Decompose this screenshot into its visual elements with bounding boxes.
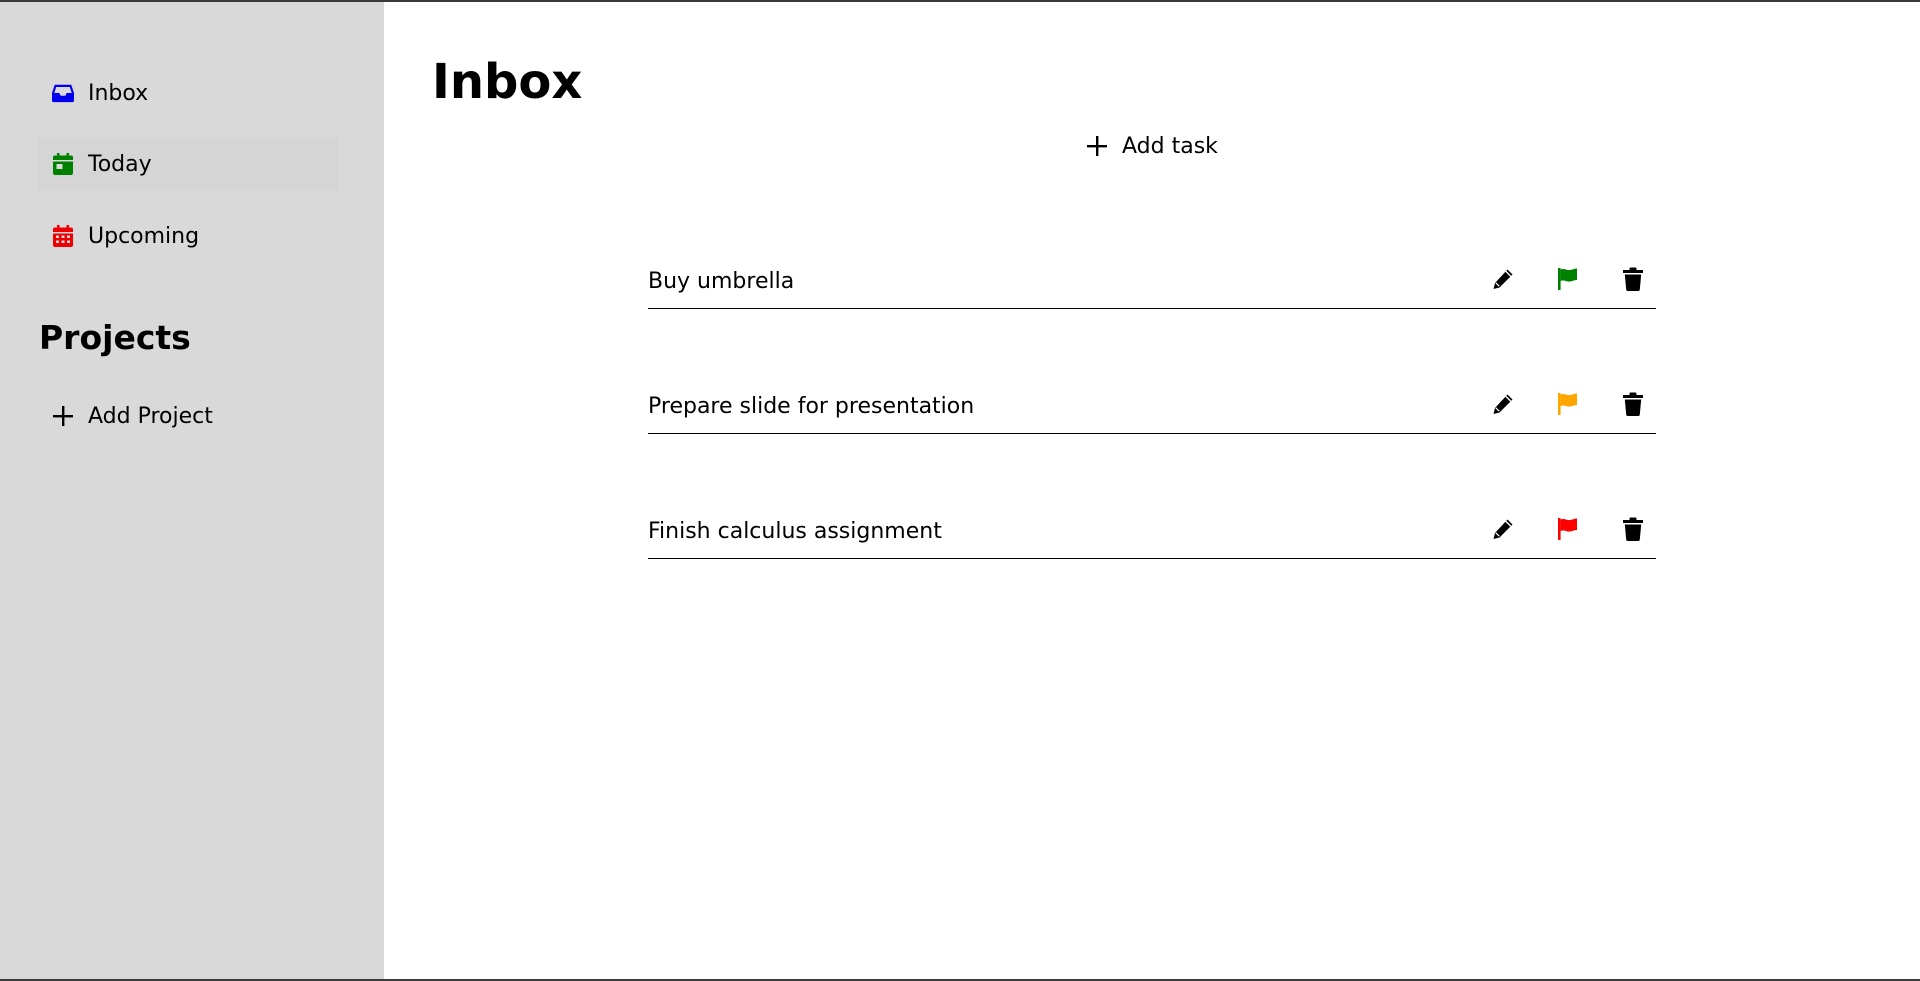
projects-heading: Projects [39, 318, 191, 357]
trash-icon[interactable] [1620, 516, 1646, 542]
page-title: Inbox [432, 54, 583, 110]
task-row: Finish calculus assignment [648, 500, 1656, 559]
plus-icon [1086, 135, 1108, 157]
add-task-button[interactable]: Add task [1086, 126, 1218, 166]
trash-icon[interactable] [1620, 266, 1646, 292]
sidebar-item-label: Today [88, 151, 152, 177]
priority-flag-icon[interactable] [1555, 266, 1581, 292]
sidebar-item-label: Inbox [88, 80, 149, 106]
edit-icon[interactable] [1490, 266, 1516, 292]
sidebar: Inbox Today Upcoming Projects Add Projec… [0, 2, 384, 979]
task-title: Buy umbrella [648, 268, 795, 294]
trash-icon[interactable] [1620, 391, 1646, 417]
edit-icon[interactable] [1490, 391, 1516, 417]
task-actions [1451, 516, 1646, 542]
plus-icon [52, 405, 74, 427]
app-window: Inbox Today Upcoming Projects Add Projec… [0, 0, 1920, 981]
add-project-button[interactable]: Add Project [52, 396, 213, 436]
calendar-today-icon [52, 153, 74, 175]
calendar-upcoming-icon [52, 225, 74, 247]
edit-icon[interactable] [1490, 516, 1516, 542]
main-content: Inbox Add task Buy umbrella Prepare slid… [384, 2, 1920, 979]
sidebar-item-inbox[interactable]: Inbox [38, 66, 338, 120]
add-project-label: Add Project [88, 403, 213, 429]
task-actions [1451, 266, 1646, 292]
task-row: Prepare slide for presentation [648, 375, 1656, 434]
sidebar-item-upcoming[interactable]: Upcoming [38, 209, 338, 263]
priority-flag-icon[interactable] [1555, 391, 1581, 417]
sidebar-item-label: Upcoming [88, 223, 200, 249]
inbox-icon [52, 82, 74, 104]
priority-flag-icon[interactable] [1555, 516, 1581, 542]
task-title: Prepare slide for presentation [648, 393, 975, 419]
task-list: Buy umbrella Prepare slide for presentat… [648, 250, 1656, 625]
task-row: Buy umbrella [648, 250, 1656, 309]
task-title: Finish calculus assignment [648, 518, 942, 544]
add-task-label: Add task [1122, 133, 1218, 159]
sidebar-item-today[interactable]: Today [38, 137, 338, 191]
task-actions [1451, 391, 1646, 417]
